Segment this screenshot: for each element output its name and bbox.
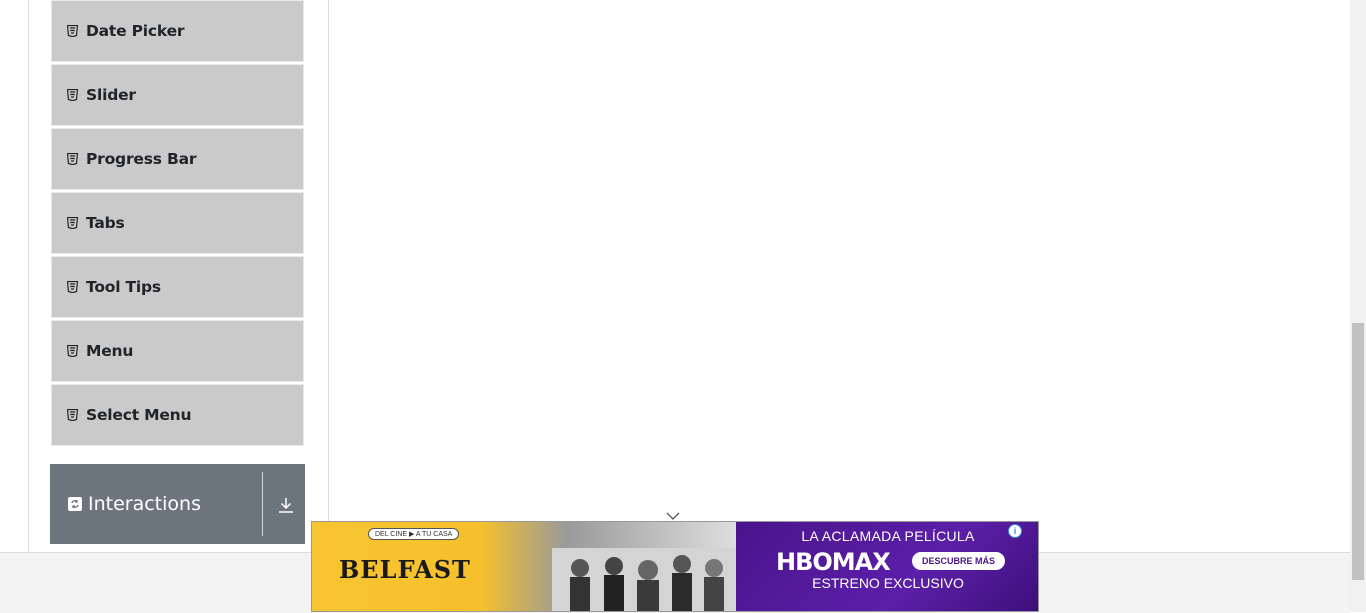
ad-tag: DEL CINE ▶ A TU CASA — [368, 528, 460, 540]
ad-cta-button[interactable]: DESCUBRE MÁS — [912, 552, 1006, 570]
sidebar-item-tool-tips[interactable]: Tool Tips — [51, 256, 304, 318]
html5-icon — [66, 25, 78, 37]
ad-movie-title: BELFAST — [339, 555, 471, 584]
hbomax-logo: HBOMAX — [776, 548, 891, 576]
sidebar-item-label: Tool Tips — [86, 278, 161, 296]
sidebar-item-date-picker[interactable]: Date Picker — [51, 0, 304, 62]
ad-headline: LA ACLAMADA PELÍCULA — [801, 528, 975, 544]
sidebar-item-label: Progress Bar — [86, 150, 197, 168]
ad-photo-image — [552, 548, 736, 611]
refresh-icon — [68, 497, 82, 511]
html5-icon — [66, 153, 78, 165]
sidebar-item-label: Slider — [86, 86, 136, 104]
html5-icon — [66, 409, 78, 421]
html5-icon — [66, 217, 78, 229]
ad-subline: ESTRENO EXCLUSIVO — [812, 575, 964, 591]
sidebar-item-label: Date Picker — [86, 22, 185, 40]
ad-left-panel: DEL CINE ▶ A TU CASA BELFAST — [312, 522, 736, 611]
sidebar-item-progress-bar[interactable]: Progress Bar — [51, 128, 304, 190]
sidebar-item-select-menu[interactable]: Select Menu — [51, 384, 304, 446]
scrollbar-thumb[interactable] — [1352, 323, 1364, 580]
download-icon[interactable] — [278, 497, 294, 518]
content-border — [328, 0, 329, 552]
group-header-interactions[interactable]: Interactions — [50, 464, 305, 544]
ad-info-icon[interactable]: i — [1008, 524, 1022, 538]
left-border — [28, 0, 29, 552]
html5-icon — [66, 281, 78, 293]
sidebar-item-slider[interactable]: Slider — [51, 64, 304, 126]
html5-icon — [66, 89, 78, 101]
header-divider — [262, 472, 263, 536]
vertical-scrollbar[interactable] — [1350, 0, 1366, 612]
sidebar-item-label: Tabs — [86, 214, 125, 232]
sidebar: Date Picker Slider Progress Bar Tabs Too… — [50, 0, 305, 448]
sidebar-item-tabs[interactable]: Tabs — [51, 192, 304, 254]
advertisement-banner[interactable]: DEL CINE ▶ A TU CASA BELFAST LA ACLAMADA… — [311, 521, 1039, 612]
ad-right-panel: LA ACLAMADA PELÍCULA HBOMAX DESCUBRE MÁS… — [736, 522, 1038, 611]
sidebar-item-menu[interactable]: Menu — [51, 320, 304, 382]
html5-icon — [66, 345, 78, 357]
sidebar-item-label: Menu — [86, 342, 134, 360]
sidebar-item-label: Select Menu — [86, 406, 192, 424]
group-header-label: Interactions — [88, 493, 201, 515]
